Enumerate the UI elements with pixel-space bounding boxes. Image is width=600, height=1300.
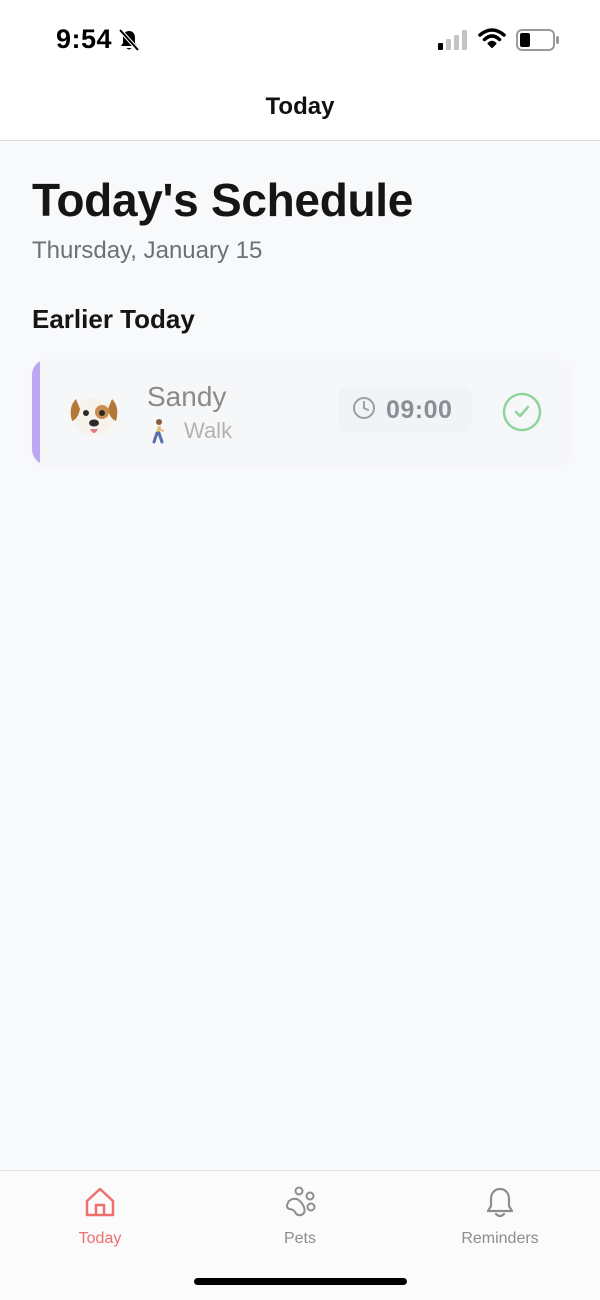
wifi-icon [478,27,506,54]
nav-title: Today [265,93,335,120]
status-bar: 9:54 [0,0,600,80]
tab-reminders[interactable]: Reminders [400,1185,600,1248]
clock-icon [352,396,376,425]
home-indicator [194,1278,407,1285]
page-title: Today's Schedule [32,174,414,226]
dog-face-icon [66,387,122,443]
tab-today[interactable]: Today [0,1185,200,1248]
status-time: 9:54 [56,24,113,54]
schedule-card[interactable]: Sandy Walk 09:00 [32,359,570,465]
navigation-bar: Today [0,80,600,141]
cellular-signal-icon [438,30,468,55]
tab-label: Pets [283,1230,316,1247]
activity-row: Walk [148,418,232,444]
completed-check-icon[interactable] [502,392,542,437]
tab-label: Reminders [461,1230,539,1247]
paw-icon [200,1185,400,1224]
time-badge: 09:00 [338,387,472,433]
battery-icon [516,29,560,56]
card-accent-stripe [32,359,40,465]
scheduled-time: 09:00 [386,395,453,424]
home-icon [0,1185,200,1224]
section-heading: Earlier Today [32,304,195,334]
tab-pets[interactable]: Pets [200,1185,400,1248]
activity-label: Walk [184,418,233,443]
bell-slash-icon [118,28,140,57]
pet-name: Sandy [147,381,227,412]
page-date: Thursday, January 15 [32,237,263,264]
bell-icon [400,1185,600,1224]
walking-person-icon [148,418,170,444]
tab-label: Today [78,1230,122,1247]
